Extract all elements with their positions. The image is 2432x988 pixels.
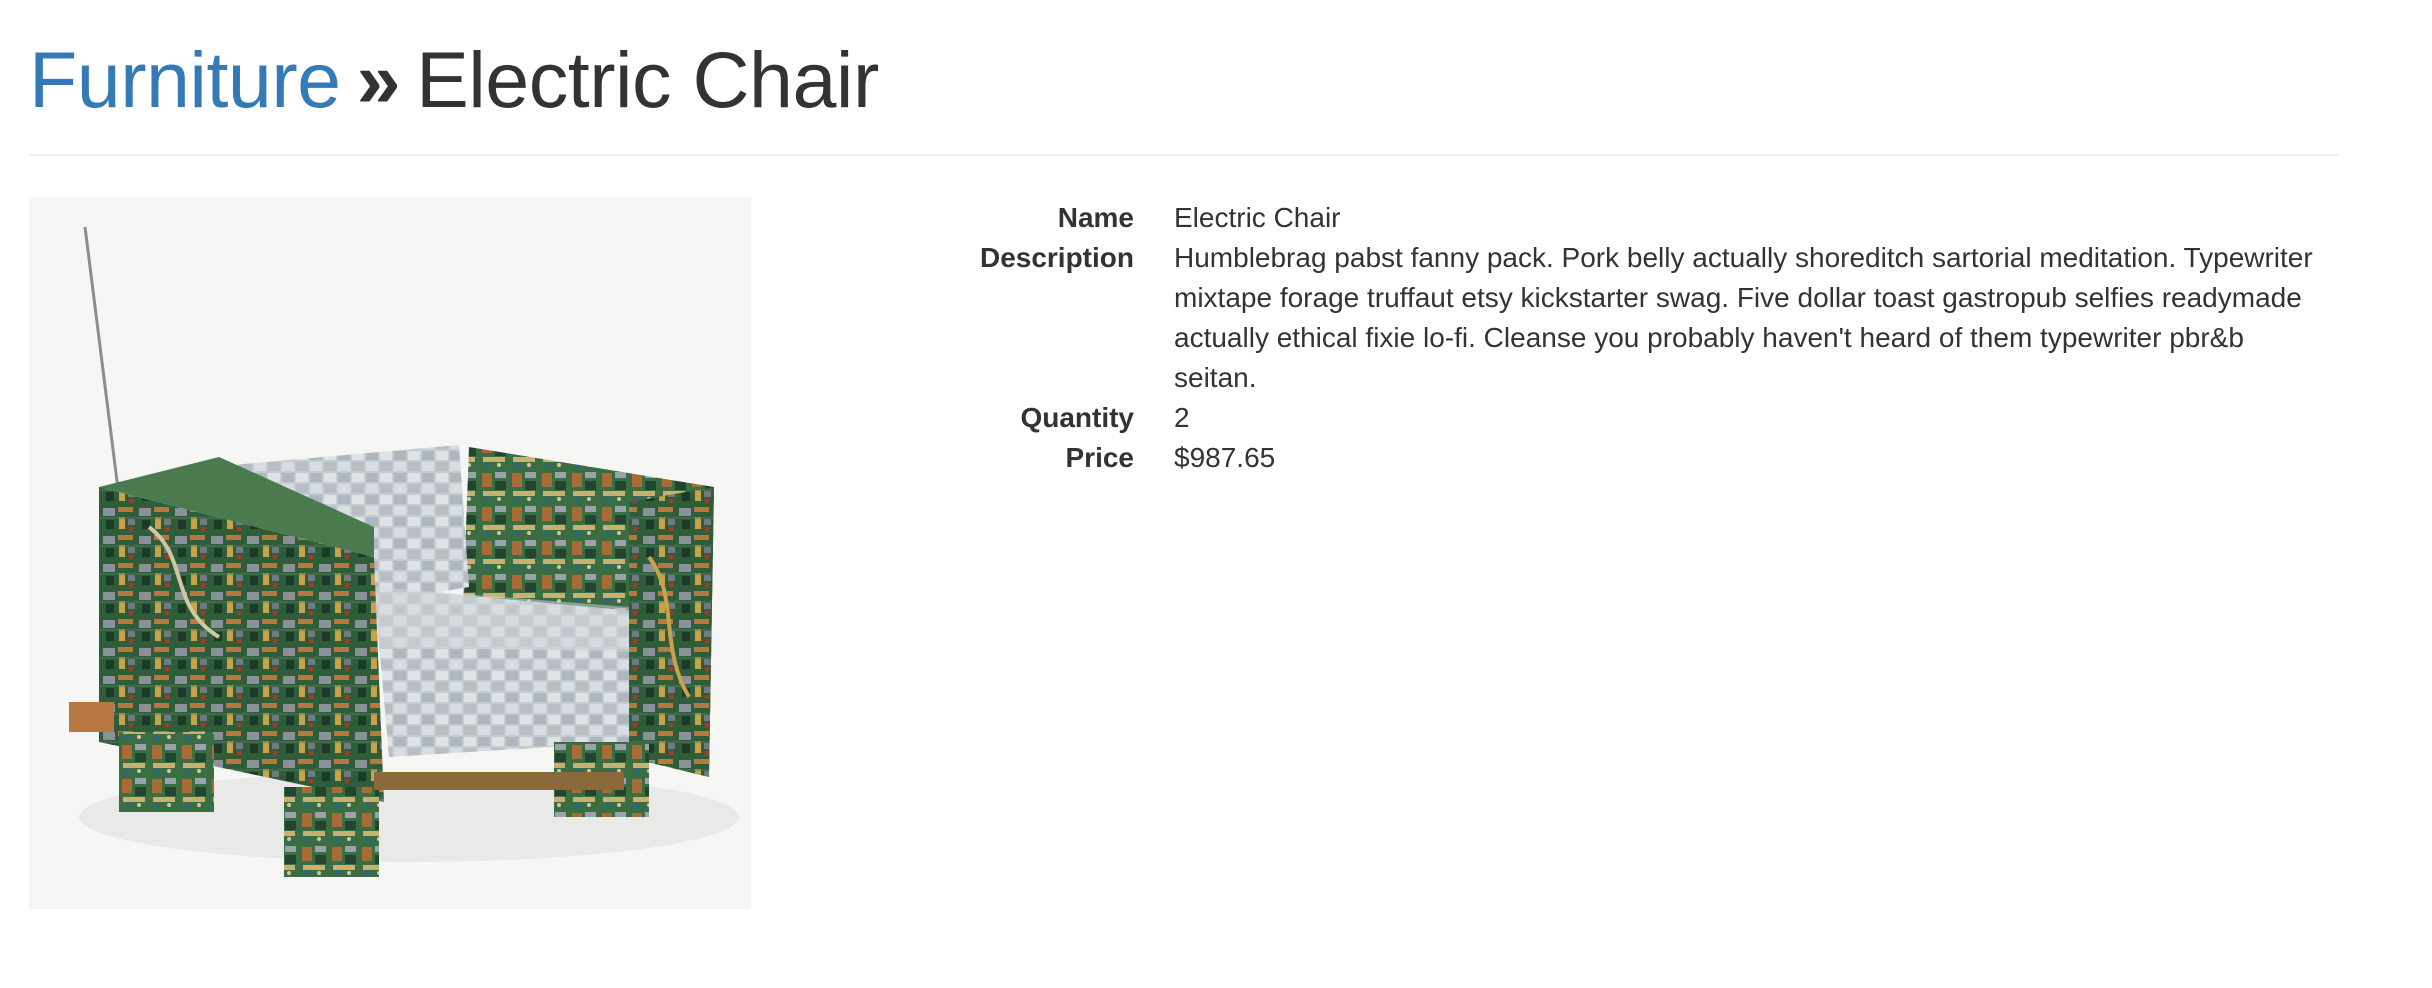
product-image (29, 197, 751, 909)
detail-row-quantity: Quantity 2 (860, 398, 2320, 438)
page-title: Furniture» Electric Chair (29, 32, 2339, 128)
detail-row-description: Description Humblebrag pabst fanny pack.… (860, 238, 2320, 398)
quantity-label: Quantity (1020, 402, 1134, 433)
name-value: Electric Chair (1174, 202, 1341, 233)
quantity-value: 2 (1174, 402, 1190, 433)
breadcrumb-category-link[interactable]: Furniture (29, 35, 341, 124)
detail-row-price: Price $987.65 (860, 438, 2320, 478)
name-label: Name (1057, 202, 1134, 233)
breadcrumb-separator: » (356, 35, 401, 124)
description-value: Humblebrag pabst fanny pack. Pork belly … (1174, 242, 2313, 393)
description-label: Description (979, 242, 1134, 273)
price-value: $987.65 (1174, 442, 1276, 473)
circuit-board-chair-illustration (29, 197, 751, 909)
page-header: Furniture» Electric Chair (29, 32, 2339, 156)
detail-row-name: Name Electric Chair (860, 198, 2320, 238)
product-details: Name Electric Chair Description Humblebr… (860, 198, 2320, 478)
breadcrumb-current: Electric Chair (416, 35, 879, 124)
price-label: Price (1065, 442, 1135, 473)
